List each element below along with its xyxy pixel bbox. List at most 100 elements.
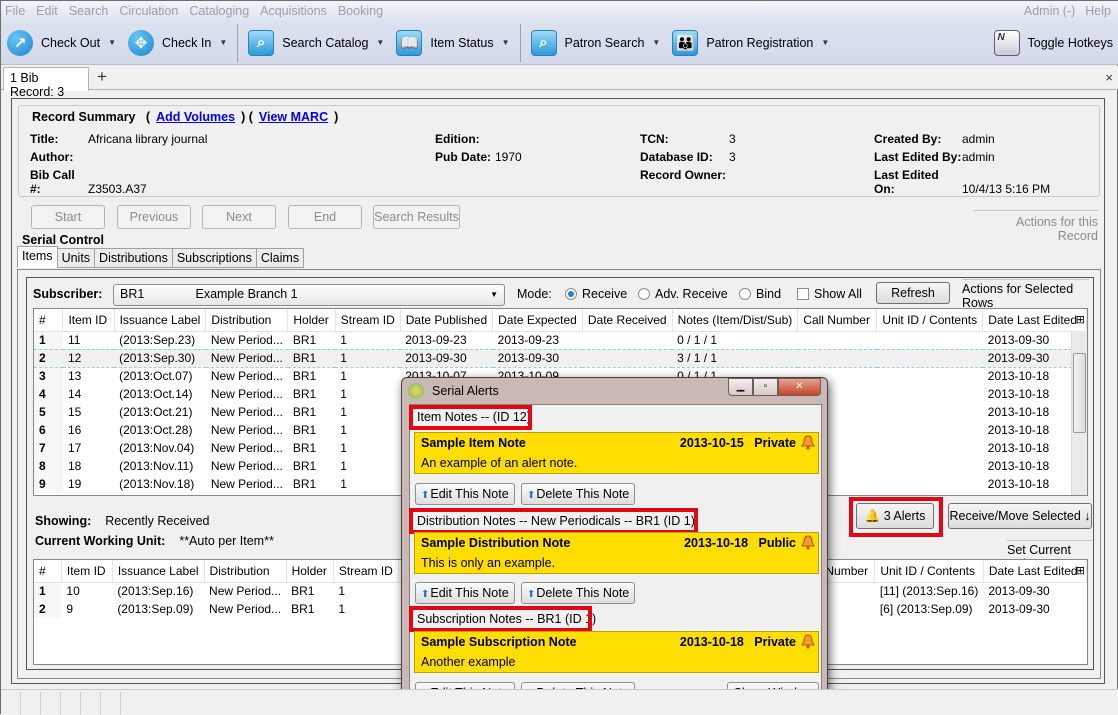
family-icon: 👪 [672, 29, 699, 56]
column-header[interactable]: # [34, 309, 64, 332]
mode-receive-radio[interactable]: Receive [565, 287, 627, 301]
patron-registration-button[interactable]: 👪 Patron Registration ▼ [666, 21, 835, 65]
tab-units[interactable]: Units [56, 248, 96, 268]
menu-search[interactable]: Search [69, 4, 109, 18]
column-header[interactable]: Issuance Label [114, 309, 207, 332]
menu-help[interactable]: Help [1085, 4, 1111, 18]
actions-for-record-menu[interactable]: Actions for this Record [973, 210, 1098, 243]
menu-acquisitions[interactable]: Acquisitions [260, 4, 327, 18]
table-cell: 5 [34, 403, 63, 421]
menu-cataloging[interactable]: Cataloging [189, 4, 249, 18]
chevron-down-icon[interactable]: ▼ [652, 38, 660, 47]
tab-distributions[interactable]: Distributions [94, 248, 173, 268]
scrollbar-thumb[interactable] [1073, 353, 1086, 433]
table-row[interactable]: 2 12 (2013:Sep.30) New Period... BR1 1 2013-09… [34, 348, 1087, 368]
actions-selected-rows-menu[interactable]: Actions for Selected Rows [962, 278, 1089, 310]
column-header[interactable]: Date Published [400, 309, 494, 332]
edit-note-button[interactable]: ⬆Edit This Note [415, 483, 515, 505]
table-cell: 1 [340, 405, 347, 419]
chevron-down-icon[interactable]: ▼ [376, 38, 384, 47]
next-button[interactable]: Next [202, 205, 276, 229]
maximize-icon[interactable]: ▫ [753, 378, 778, 396]
item-status-button[interactable]: 📖 Item Status ▼ [390, 21, 515, 65]
view-marc-link[interactable]: View MARC [259, 110, 328, 124]
table-cell: 1 [340, 369, 347, 384]
table-cell: BR1 [292, 387, 317, 401]
menu-booking[interactable]: Booking [338, 4, 383, 18]
close-tab-icon[interactable]: × [1105, 70, 1113, 85]
column-header[interactable]: Call Number [797, 309, 878, 332]
check-out-label: Check Out [41, 35, 101, 50]
chevron-down-icon[interactable]: ▼ [108, 38, 116, 47]
table-cell: 1 [340, 387, 347, 401]
edit-note-button[interactable]: ⬆Edit This Note [415, 582, 515, 604]
tab-bib-record[interactable]: 1 Bib Record: 3 [3, 67, 89, 99]
record-summary: Record Summary (Add Volumes) (View MARC)… [18, 105, 1100, 197]
column-header[interactable]: Distribution [204, 560, 287, 583]
app-logo-icon [408, 383, 424, 399]
menu-file[interactable]: File [5, 4, 25, 18]
column-header[interactable]: Date Expected [492, 309, 583, 332]
receive-move-selected-button[interactable]: Receive/Move Selected ↓ [948, 503, 1092, 529]
tab-items[interactable]: Items [17, 246, 58, 268]
tcn-value: 3 [729, 132, 736, 146]
check-out-button[interactable]: ↗ Check Out ▼ [1, 21, 122, 65]
items-scrollbar[interactable] [1071, 331, 1087, 495]
column-header[interactable]: Holder [286, 560, 334, 583]
check-in-button[interactable]: ✥ Check In ▼ [122, 21, 233, 65]
tab-subscriptions[interactable]: Subscriptions [171, 248, 257, 268]
search-catalog-button[interactable]: ⌕ Search Catalog ▼ [242, 21, 390, 65]
delete-note-button[interactable]: ⬆Delete This Note [521, 582, 636, 604]
show-all-checkbox[interactable]: Show All [797, 287, 862, 301]
search-results-button[interactable]: Search Results [373, 205, 460, 229]
table-cell: 2013-09-30 [988, 584, 1050, 599]
column-header[interactable]: Stream ID [333, 560, 399, 583]
minimize-icon[interactable]: ▁ [728, 378, 753, 396]
note-visibility: Private [754, 436, 796, 450]
column-header[interactable]: Holder [287, 309, 336, 332]
start-button[interactable]: Start [31, 205, 105, 229]
add-volumes-link[interactable]: Add Volumes [156, 110, 235, 124]
column-header[interactable]: Item ID [62, 309, 115, 332]
menu-circulation[interactable]: Circulation [119, 4, 178, 18]
tab-claims[interactable]: Claims [255, 248, 305, 268]
column-header[interactable]: Date Last Edited [983, 560, 1087, 583]
mode-adv-receive-radio[interactable]: Adv. Receive [638, 287, 728, 301]
table-cell: (2013:Oct.07) [119, 369, 193, 384]
column-header[interactable]: Stream ID [335, 309, 401, 332]
column-header[interactable]: # [34, 560, 62, 583]
column-header[interactable]: Date Last Edited [982, 309, 1087, 332]
add-tab-icon[interactable]: + [97, 67, 107, 87]
column-header[interactable]: Unit ID / Contents [874, 560, 984, 583]
menu-admin[interactable]: Admin (-) [1024, 4, 1075, 18]
status-cell [1, 692, 21, 714]
checkbox-icon [797, 288, 809, 300]
previous-button[interactable]: Previous [117, 205, 191, 229]
chevron-down-icon[interactable]: ▼ [821, 38, 829, 47]
column-header[interactable]: Issuance Label [112, 560, 205, 583]
column-header[interactable]: Notes (Item/Dist/Sub) [672, 309, 799, 332]
refresh-button[interactable]: Refresh [876, 282, 950, 304]
column-header[interactable]: Unit ID / Contents [876, 309, 984, 332]
column-header[interactable]: Distribution [205, 309, 289, 332]
menu-edit[interactable]: Edit [36, 4, 58, 18]
column-picker-icon[interactable]: ⊞ [1076, 564, 1085, 577]
subscriber-select[interactable]: BR1 Example Branch 1 ▼ [113, 284, 505, 306]
toggle-hotkeys-button[interactable]: N Toggle Hotkeys [988, 21, 1118, 65]
mode-bind-radio[interactable]: Bind [739, 287, 781, 301]
chevron-down-icon[interactable]: ▼ [502, 38, 510, 47]
patron-search-button[interactable]: ⌕ Patron Search ▼ [525, 21, 667, 65]
column-picker-icon[interactable]: ⊞ [1076, 313, 1085, 326]
table-cell [877, 385, 983, 403]
table-cell: BR1 [292, 459, 317, 473]
table-cell: 10 [66, 584, 80, 599]
note-title: Sample Distribution Note [421, 536, 571, 550]
table-row[interactable]: 1 11 (2013:Sep.23) New Period... BR1 1 2013-09… [34, 331, 1087, 349]
table-cell: 12 [62, 348, 115, 368]
column-header[interactable]: Item ID [61, 560, 113, 583]
column-header[interactable]: Date Received [582, 309, 673, 332]
delete-note-button[interactable]: ⬆Delete This Note [521, 483, 636, 505]
end-button[interactable]: End [288, 205, 362, 229]
chevron-down-icon[interactable]: ▼ [219, 38, 227, 47]
close-icon[interactable]: ✕ [778, 378, 821, 396]
